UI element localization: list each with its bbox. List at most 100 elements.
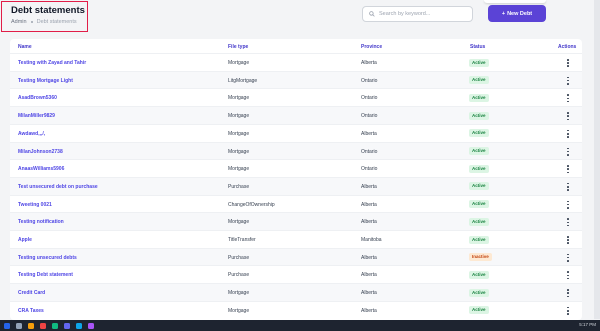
table-row[interactable]: Awdawd,,,/, Mortgage Alberta Active [10,123,582,142]
table-row[interactable]: AnaasWilliams5906 Mortgage Ontario Active [10,159,582,177]
row-actions-menu-icon[interactable] [564,182,572,192]
taskbar-clock: 5:17 PM [579,322,596,327]
row-actions-menu-icon[interactable] [564,76,572,86]
row-name-link[interactable]: Apple [18,237,32,243]
row-name-link[interactable]: Awdawd,,,/, [18,131,45,137]
row-file-type: TitleTransfer [228,237,256,243]
row-actions-menu-icon[interactable] [564,129,572,139]
column-header-status[interactable]: Status [470,44,485,50]
row-file-type: LitgMortgage [228,77,258,84]
table-row[interactable]: Tweeting 0021 ChangeOfOwnership Alberta Act… [10,194,582,213]
row-actions-menu-icon[interactable] [564,270,572,280]
search-input[interactable] [379,11,469,17]
table-row[interactable]: Apple TitleTransfer Manitoba Active [10,230,582,248]
row-actions-menu-icon[interactable] [564,147,572,157]
new-debt-button[interactable]: + New Debt [488,5,546,22]
status-badge: Active [469,147,489,155]
search-box[interactable] [362,6,473,22]
row-name-link[interactable]: CRA Taxes [18,308,44,314]
table-row[interactable]: Credit Card Mortgage Alberta Active [10,283,582,301]
start-icon[interactable] [4,322,10,329]
row-actions-menu-icon[interactable] [564,306,572,316]
column-header-province[interactable]: Province [361,44,382,50]
row-name-link[interactable]: MilanMiller9829 [18,113,55,119]
row-province: Alberta [361,201,377,208]
table-row[interactable]: Testing with Zayad and Tahir Mortgage Albe… [10,53,582,71]
row-file-type: ChangeOfOwnership [228,201,275,208]
row-province: Manitoba [361,237,382,243]
row-actions-menu-icon[interactable] [564,253,572,263]
table-row[interactable]: Testing Mortgage Light LitgMortgage Ontari… [10,70,582,89]
new-debt-label: New Debt [507,10,533,17]
file-explorer-icon[interactable] [28,322,34,329]
status-badge: Active [469,76,489,85]
table-row[interactable]: CRA Taxes Mortgage Alberta Active [10,300,582,319]
breadcrumb-separator-icon [30,21,33,23]
row-name-link[interactable]: MilanJohnson2738 [18,149,63,155]
row-name-link[interactable]: Testing unsecured debts [18,255,77,261]
row-province: Ontario [361,166,378,173]
app-icon[interactable] [76,322,82,329]
row-province: Alberta [361,307,377,314]
table-row[interactable]: Testing notification Mortgage Alberta Activ… [10,212,582,230]
row-name-link[interactable]: Test unsecured debt on purchase [18,184,98,190]
column-header-name[interactable]: Name [18,44,32,50]
status-badge: Active [469,93,489,102]
row-actions-menu-icon[interactable] [564,235,572,245]
status-badge: Active [469,129,489,138]
app-icon[interactable] [64,322,70,329]
app-icon[interactable] [52,322,58,329]
row-actions-menu-icon[interactable] [564,164,572,174]
plus-icon: + [501,10,506,17]
row-name-link[interactable]: Testing Mortgage Light [18,78,73,84]
row-actions-menu-icon[interactable] [564,200,572,210]
row-name-link[interactable]: Testing Debt statement [18,272,73,278]
status-badge: Active [469,182,489,191]
breadcrumb-admin[interactable]: Admin [11,19,27,25]
row-name-link[interactable]: AnaasWilliams5906 [18,166,64,172]
row-actions-menu-icon[interactable] [564,288,572,298]
row-province: Alberta [361,130,377,137]
row-province: Alberta [361,290,377,297]
row-province: Alberta [361,183,377,190]
header-highlight: Debt statements Admin Debt statements [1,1,88,32]
column-header-file-type[interactable]: File type [228,44,248,50]
table-row[interactable]: Testing Debt statement Purchase Alberta Act… [10,265,582,283]
page: Debt statements Admin Debt statements + … [0,0,600,331]
row-actions-menu-icon[interactable] [564,111,572,121]
row-province: Ontario [361,113,378,120]
table-row[interactable]: MilanMiller9829 Mortgage Ontario Active [10,106,582,124]
row-province: Ontario [361,148,378,155]
row-name-link[interactable]: AsadBrown5360 [18,95,57,101]
browser-icon[interactable] [40,322,46,329]
row-actions-menu-icon[interactable] [564,58,572,68]
row-province: Ontario [361,77,378,84]
scrollbar-track[interactable] [594,0,600,319]
row-actions-menu-icon[interactable] [564,217,572,227]
table-row[interactable]: AsadBrown5360 Mortgage Ontario Active [10,88,582,106]
row-actions-menu-icon[interactable] [564,93,572,103]
row-name-link[interactable]: Credit Card [18,290,45,296]
status-badge: Active [469,235,489,244]
column-header-actions: Actions [558,44,577,50]
status-badge: Active [469,288,489,297]
status-badge: Active [469,58,489,67]
search-taskbar-icon[interactable] [16,322,22,329]
row-name-link[interactable]: Testing notification [18,219,64,225]
row-name-link[interactable]: Testing with Zayad and Tahir [18,60,86,66]
status-badge: Active [469,111,489,120]
status-badge: Active [469,164,489,173]
table-row[interactable]: Test unsecured debt on purchase Purchase A… [10,176,582,195]
table-row[interactable]: Testing unsecured debts Purchase Alberta In… [10,247,582,266]
status-badge: Active [469,306,489,315]
status-badge: Active [469,270,489,279]
search-icon [369,11,375,17]
row-name-link[interactable]: Tweeting 0021 [18,202,52,208]
row-province: Alberta [361,219,377,226]
debt-table: Name File type Province Status Actions T… [10,39,582,320]
page-title: Debt statements [11,5,85,16]
status-badge: Active [469,217,489,226]
status-badge: Inactive [469,253,492,262]
table-row[interactable]: MilanJohnson2738 Mortgage Ontario Active [10,141,582,160]
app-icon[interactable] [88,322,94,329]
